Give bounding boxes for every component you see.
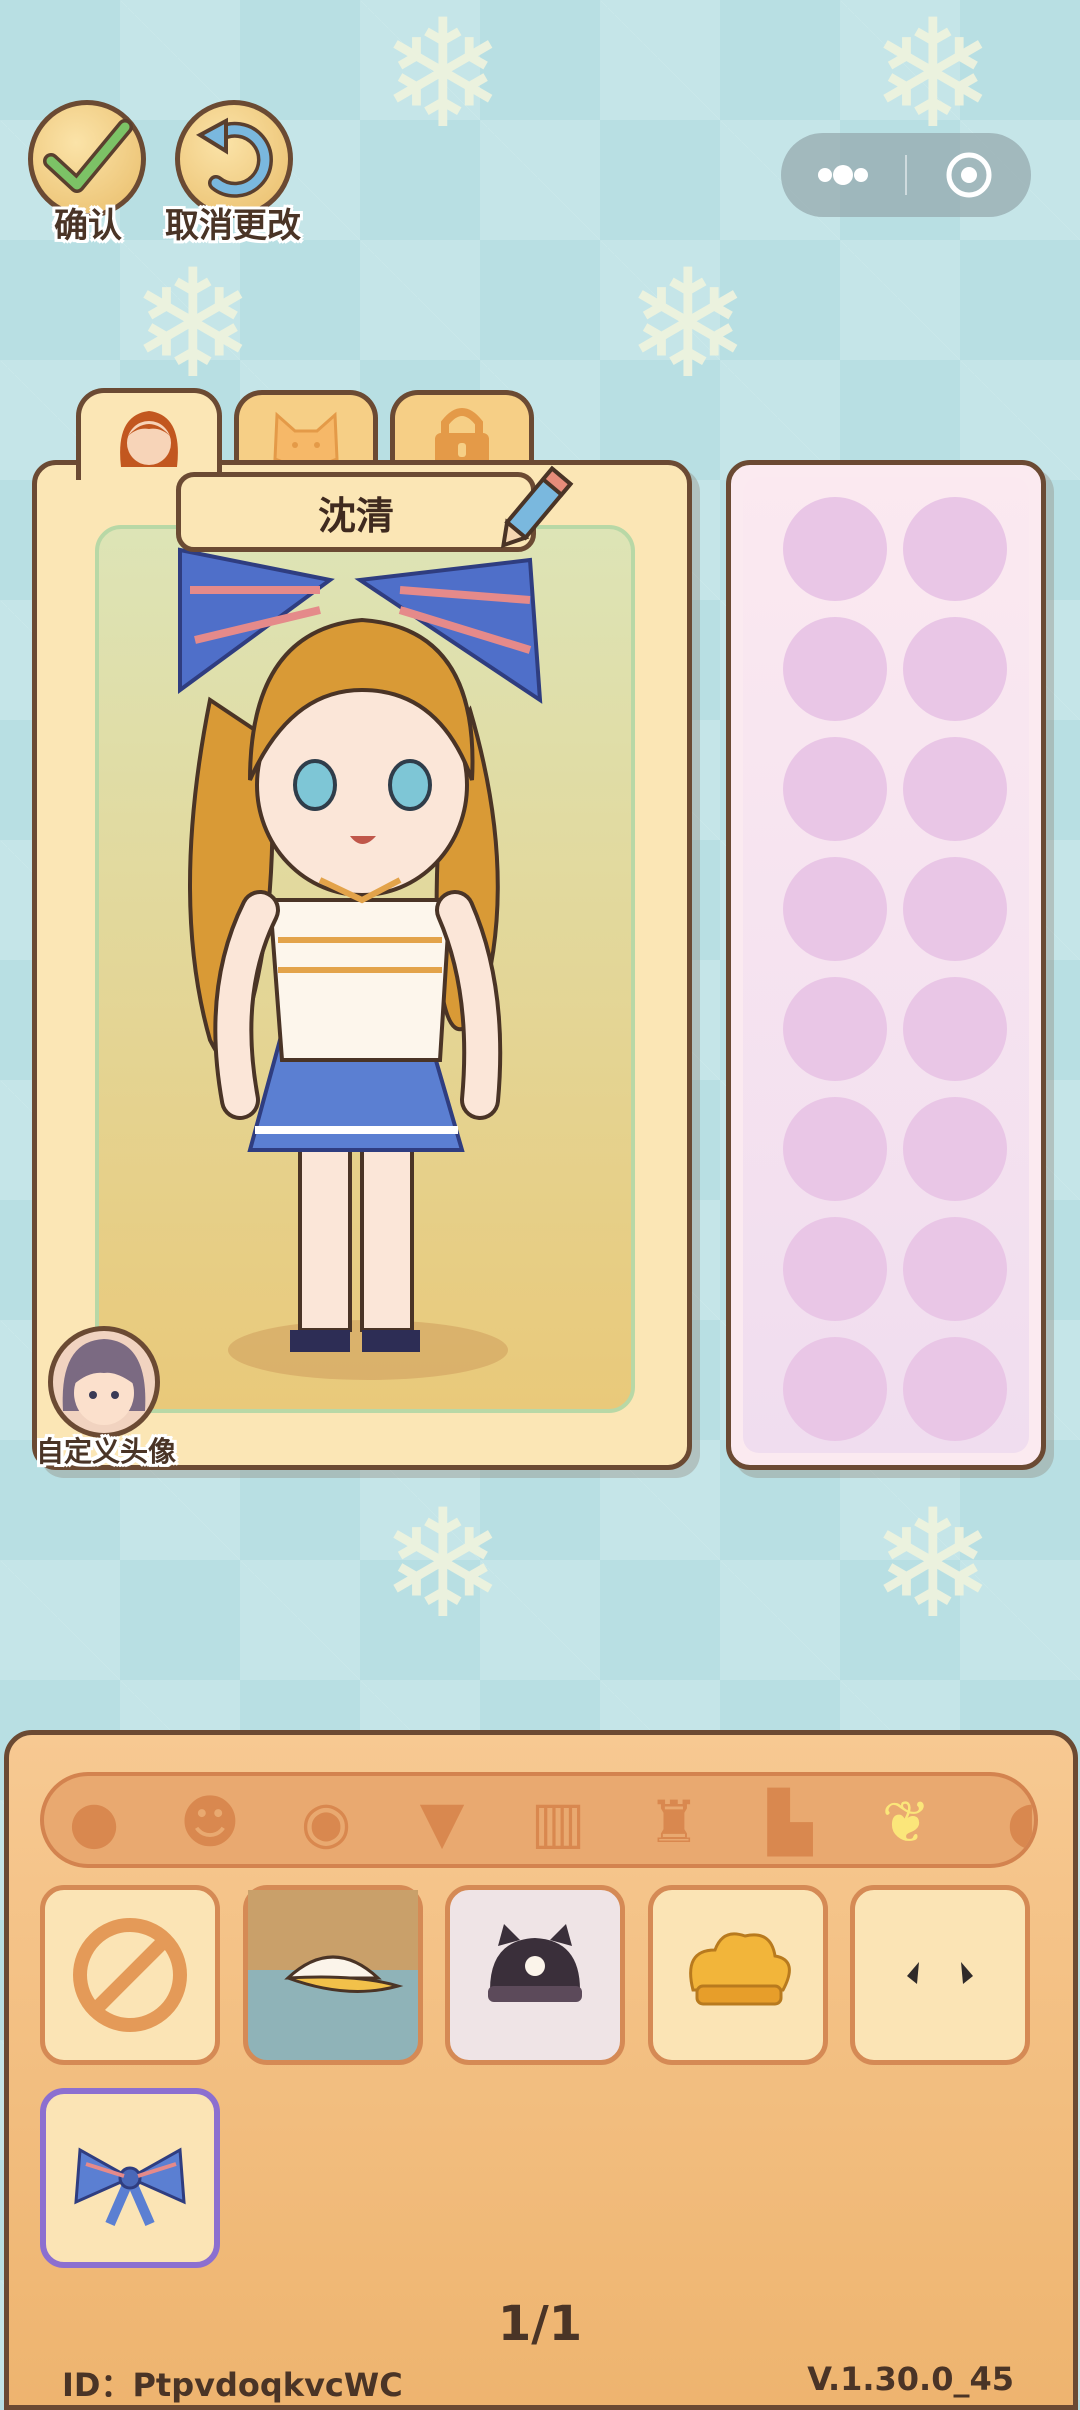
more-dots-icon xyxy=(818,165,868,185)
category-outfit-icon[interactable]: ♜ xyxy=(638,1786,710,1858)
empty-slot[interactable] xyxy=(783,497,887,601)
cat-beanie-icon xyxy=(488,1924,582,2002)
accessory-slot-panel xyxy=(726,460,1046,1470)
category-shirt-icon[interactable]: ▼ xyxy=(406,1786,478,1858)
empty-slot[interactable] xyxy=(903,1217,1007,1321)
undo-icon xyxy=(195,117,273,198)
empty-slot[interactable] xyxy=(903,977,1007,1081)
custom-avatar-label: 自定义头像 xyxy=(36,1435,177,1468)
category-coat-icon[interactable]: ▥ xyxy=(522,1786,594,1858)
cancel-changes-button[interactable]: 取消更改 xyxy=(165,100,325,250)
item-chef-hat[interactable] xyxy=(648,1885,828,2065)
target-circle-icon xyxy=(946,152,992,198)
category-eye-icon[interactable]: ◉ xyxy=(290,1786,362,1858)
item-blue-bow[interactable] xyxy=(40,2088,220,2268)
tab-character[interactable] xyxy=(76,388,222,480)
character-name[interactable]: 沈清 xyxy=(176,472,536,552)
snowflake-decoration: ❄ xyxy=(380,1478,506,1652)
item-cat-beanie[interactable] xyxy=(445,1885,625,2065)
character-avatar-illustration xyxy=(178,547,543,1380)
version-label: V.1.30.0_45 xyxy=(807,2360,1014,2398)
confirm-button[interactable]: 确认 xyxy=(28,100,158,250)
girl-face-icon xyxy=(120,411,178,467)
snowflake-decoration: ❄ xyxy=(625,238,751,412)
category-bar: ● ☻ ◉ ▼ ▥ ♜ ▙ ❦ ◖ xyxy=(40,1772,1038,1868)
empty-slot[interactable] xyxy=(903,1097,1007,1201)
item-none[interactable] xyxy=(40,1885,220,2065)
snowflake-decoration: ❄ xyxy=(870,1478,996,1652)
snowflake-decoration: ❄ xyxy=(380,0,506,162)
empty-slot[interactable] xyxy=(783,977,887,1081)
cancel-changes-label: 取消更改 xyxy=(165,206,301,246)
category-hair-icon[interactable]: ☻ xyxy=(174,1786,246,1858)
category-bow-icon[interactable]: ❦ xyxy=(870,1786,942,1858)
more-options-button[interactable] xyxy=(781,133,906,217)
empty-slot[interactable] xyxy=(903,617,1007,721)
item-horns[interactable] xyxy=(850,1885,1030,2065)
category-shoes-icon[interactable]: ▙ xyxy=(754,1786,826,1858)
player-id: ID：PtpvdoqkvcWC xyxy=(62,2366,403,2404)
empty-slot[interactable] xyxy=(783,1217,887,1321)
small-horns-icon xyxy=(907,1962,973,1984)
empty-slot[interactable] xyxy=(783,737,887,841)
slot-grid xyxy=(743,477,1029,1453)
empty-slot[interactable] xyxy=(903,497,1007,601)
snowflake-decoration: ❄ xyxy=(870,0,996,162)
pencil-edit-icon[interactable] xyxy=(488,460,578,560)
empty-slot[interactable] xyxy=(783,1337,887,1441)
close-miniprogram-button[interactable] xyxy=(907,133,1031,217)
item-visor-cap[interactable] xyxy=(243,1885,423,2065)
confirm-label: 确认 xyxy=(54,206,122,246)
empty-slot[interactable] xyxy=(903,737,1007,841)
none-circle-icon xyxy=(73,1918,187,2032)
empty-slot[interactable] xyxy=(903,1337,1007,1441)
miniprogram-capsule xyxy=(781,133,1031,217)
chef-hat-icon xyxy=(689,1932,791,2006)
checkmark-icon xyxy=(43,119,133,193)
page-indicator: 1/1 xyxy=(497,2296,583,2352)
blue-bow-icon xyxy=(74,2147,186,2226)
visor-cap-icon xyxy=(248,1890,418,1993)
avatar xyxy=(48,1326,160,1438)
custom-avatar-button[interactable]: 自定义头像 xyxy=(36,1326,196,1476)
empty-slot[interactable] xyxy=(783,857,887,961)
category-face-icon[interactable]: ● xyxy=(58,1786,130,1858)
empty-slot[interactable] xyxy=(903,857,1007,961)
category-more-icon[interactable]: ◖ xyxy=(986,1786,1034,1858)
empty-slot[interactable] xyxy=(783,617,887,721)
avatar-face-icon xyxy=(62,1339,146,1425)
empty-slot[interactable] xyxy=(783,1097,887,1201)
snowflake-decoration: ❄ xyxy=(130,238,256,412)
